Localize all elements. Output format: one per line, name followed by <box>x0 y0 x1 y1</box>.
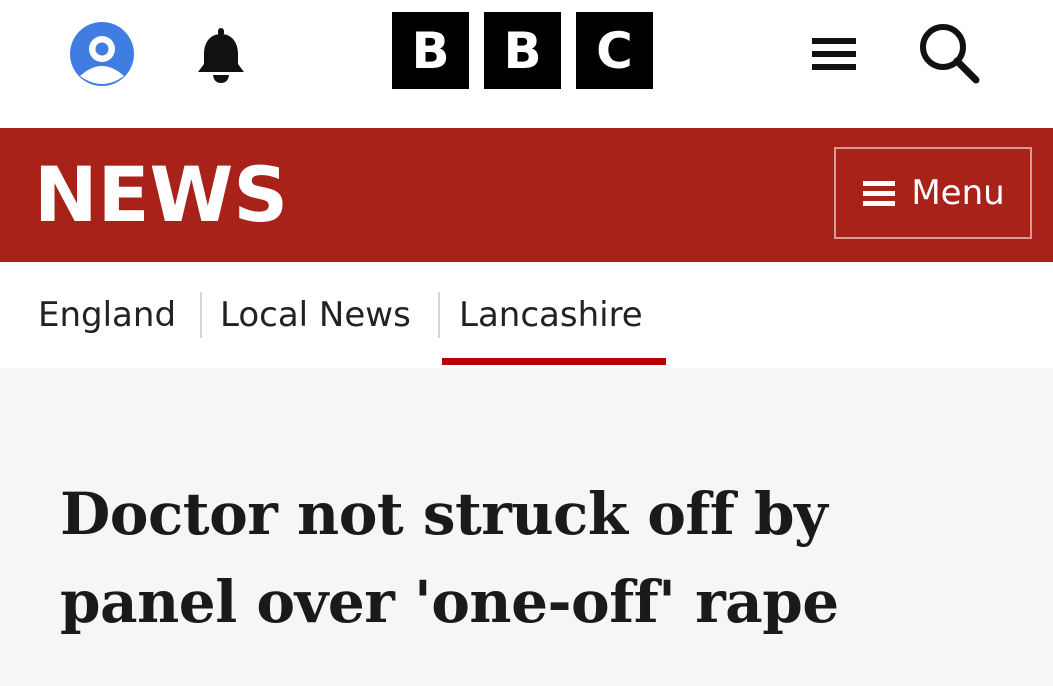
account-icon <box>70 22 134 86</box>
bbc-logo-block: C <box>576 12 653 89</box>
news-banner: NEWS Menu <box>0 128 1053 262</box>
breadcrumb-item-lancashire[interactable]: Lancashire <box>459 290 643 340</box>
bell-icon <box>198 28 244 83</box>
bbc-logo-block: B <box>392 12 469 89</box>
hamburger-icon <box>863 181 896 206</box>
breadcrumb-divider <box>200 292 202 338</box>
search-button[interactable] <box>912 18 984 90</box>
bbc-logo-block: B <box>484 12 561 89</box>
active-tab-indicator <box>442 358 666 365</box>
search-icon <box>920 24 980 84</box>
article-headline: Doctor not struck off by panel over 'one… <box>60 480 839 636</box>
article-header: Doctor not struck off by panel over 'one… <box>0 368 1053 686</box>
more-menu-button[interactable] <box>806 26 862 82</box>
news-title[interactable]: NEWS <box>34 150 288 240</box>
menu-label: Menu <box>911 173 1005 213</box>
menu-button[interactable]: Menu <box>834 147 1032 239</box>
hamburger-icon <box>812 38 856 70</box>
breadcrumb-divider <box>438 292 440 338</box>
bbc-logo[interactable]: B B C <box>392 12 664 90</box>
breadcrumb-item-local-news[interactable]: Local News <box>220 290 411 340</box>
account-button[interactable] <box>66 22 138 86</box>
breadcrumb-item-england[interactable]: England <box>38 290 176 340</box>
top-bar: B B C <box>0 0 1053 128</box>
notifications-button[interactable] <box>190 22 252 86</box>
breadcrumb: England Local News Lancashire <box>0 262 1053 368</box>
